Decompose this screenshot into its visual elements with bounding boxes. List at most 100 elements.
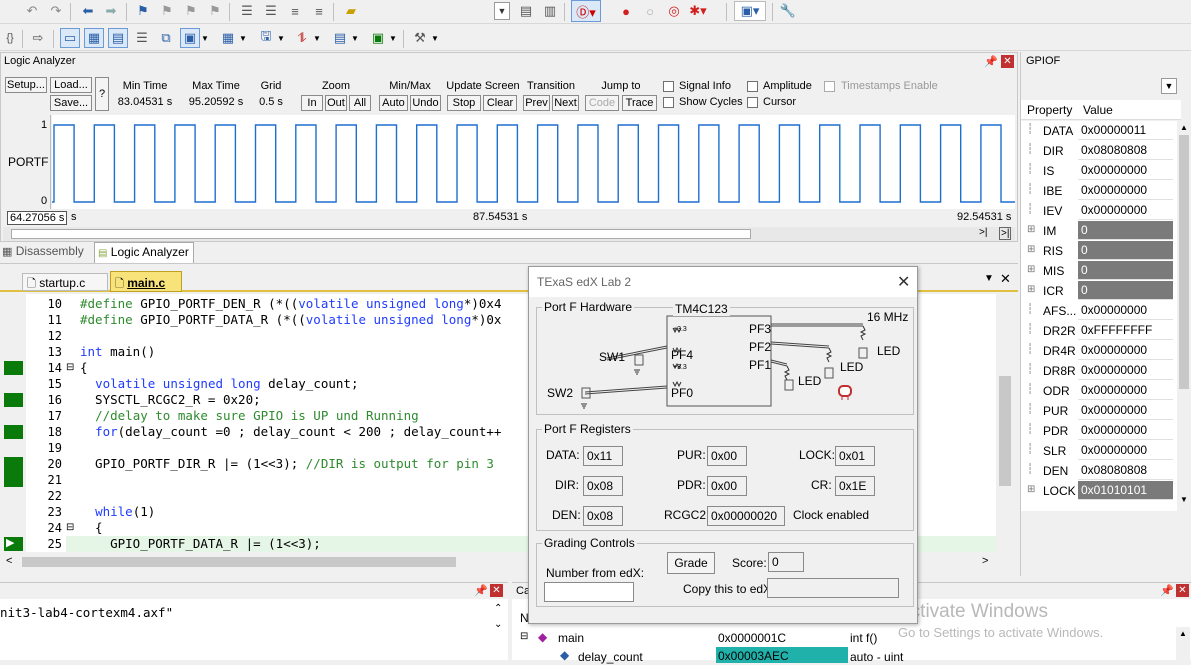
property-value[interactable]: 0x00000000	[1078, 201, 1173, 220]
call-stack-window-icon[interactable]: ⧉	[156, 28, 176, 48]
command-window-icon[interactable]: ▭	[60, 28, 80, 48]
property-row[interactable]: ┆ DR2R 0xFFFFFFFF	[1021, 321, 1173, 341]
callstack-scrollbar[interactable]: ▲	[1176, 627, 1190, 661]
table-row[interactable]: ◆ delay_count 0x00003AEC auto - uint	[512, 647, 1191, 665]
property-grid-scrollbar[interactable]: ▲ ▼	[1177, 121, 1191, 507]
debug-icon[interactable]: Ⓓ▾	[571, 0, 601, 22]
expand-icon[interactable]: ⊞	[1027, 244, 1035, 255]
setup-button[interactable]: Setup...	[5, 77, 47, 93]
property-row[interactable]: ┆ PUR 0x00000000	[1021, 401, 1173, 421]
dropdown-arrow-icon[interactable]: ▼	[200, 28, 210, 48]
dialog-close-icon[interactable]: ✕	[897, 272, 910, 292]
horizontal-scrollbar[interactable]: >| >|	[3, 227, 1015, 241]
property-row[interactable]: ┆ DR4R 0x00000000	[1021, 341, 1173, 361]
property-value[interactable]: 0x01010101	[1078, 481, 1173, 500]
dropdown-arrow-icon[interactable]: ▼	[430, 28, 440, 48]
uncomment-icon[interactable]: ≡	[309, 1, 329, 21]
pin-icon[interactable]: 📌	[984, 55, 998, 68]
property-value[interactable]: 0x08080808	[1078, 461, 1173, 480]
copy-to-edx-field[interactable]	[767, 578, 899, 598]
find-icon[interactable]: ▤	[516, 1, 536, 21]
property-row[interactable]: ⊞ RIS 0	[1021, 241, 1173, 261]
auto-button[interactable]: Auto	[379, 95, 408, 111]
property-row[interactable]: ┆ DIR 0x08080808	[1021, 141, 1173, 161]
dropdown-arrow-icon[interactable]: ▼	[388, 28, 398, 48]
bookmark-icon[interactable]: ⚑	[133, 1, 153, 21]
property-value[interactable]: 0	[1078, 281, 1173, 300]
scroll-end-icon[interactable]: >|	[999, 227, 1012, 240]
serial-window-icon[interactable]: 🖫	[256, 28, 276, 48]
property-row[interactable]: ┆ DATA 0x00000011	[1021, 121, 1173, 141]
property-value[interactable]: 0	[1078, 261, 1173, 280]
scrollbar-thumb[interactable]	[1179, 135, 1189, 389]
clear-button[interactable]: Clear	[483, 95, 517, 111]
property-value[interactable]: 0x00000000	[1078, 441, 1173, 460]
property-row[interactable]: ┆ AFS... 0x00000000	[1021, 301, 1173, 321]
find-in-files-icon[interactable]: ▥	[540, 1, 560, 21]
scroll-right-icon[interactable]: >	[982, 555, 988, 567]
dropdown-arrow-icon[interactable]: ▼	[350, 28, 360, 48]
registers-window-icon[interactable]: ☰	[132, 28, 152, 48]
redo-icon[interactable]: ↷	[46, 1, 66, 21]
expand-icon[interactable]: ⊞	[1027, 284, 1035, 295]
cursor-checkbox[interactable]	[747, 97, 758, 108]
nav-back-icon[interactable]: ⬅	[78, 1, 98, 21]
system-viewer-icon[interactable]: ▣	[368, 28, 388, 48]
timestamps-checkbox[interactable]	[824, 81, 835, 92]
indent-icon[interactable]: ☰	[237, 1, 257, 21]
scroll-up-icon[interactable]: ▲	[1180, 123, 1188, 132]
scrollbar-thumb[interactable]	[11, 229, 751, 239]
window-icon[interactable]: ▣▾	[734, 1, 766, 21]
property-row[interactable]: ┆ DR8R 0x00000000	[1021, 361, 1173, 381]
property-row[interactable]: ┆ PDR 0x00000000	[1021, 421, 1173, 441]
property-row[interactable]: ⊞ IM 0	[1021, 221, 1173, 241]
waveform-area[interactable]	[52, 115, 1015, 209]
expand-icon[interactable]: ⊞	[1027, 264, 1035, 275]
memory-window-icon[interactable]: ▦	[218, 28, 238, 48]
property-row[interactable]: ┆ SLR 0x00000000	[1021, 441, 1173, 461]
tab-list-dropdown-icon[interactable]: ▼	[984, 273, 994, 284]
scroll-left-icon[interactable]: <	[6, 555, 12, 567]
bookmark-next-icon[interactable]: ⚑	[181, 1, 201, 21]
scroll-up-icon[interactable]: ⌃	[494, 603, 502, 614]
property-value[interactable]: 0x00000000	[1078, 381, 1173, 400]
property-row[interactable]: ⊞ LOCK 0x01010101	[1021, 481, 1173, 501]
scroll-down-icon[interactable]: ⌄	[494, 619, 502, 630]
scroll-right-icon[interactable]: >|	[979, 227, 987, 238]
close-icon[interactable]: ✕	[490, 584, 503, 597]
breakpoint-icon[interactable]: ●	[616, 1, 636, 21]
scroll-down-icon[interactable]: ▼	[1180, 495, 1188, 504]
property-value[interactable]: 0x00000000	[1078, 181, 1173, 200]
zoom-out-button[interactable]: Out	[325, 95, 347, 111]
property-value[interactable]: 0x08080808	[1078, 141, 1173, 160]
disassembly-window-icon[interactable]: ▦	[84, 28, 104, 48]
dropdown-arrow-icon[interactable]: ▼	[238, 28, 248, 48]
next-button[interactable]: Next	[552, 95, 579, 111]
property-value[interactable]: 0x00000000	[1078, 401, 1173, 420]
symbols-window-icon[interactable]: ▤	[108, 28, 128, 48]
breakpoint-kill-icon[interactable]: ◎	[664, 1, 684, 21]
tab-main-c[interactable]: 🗋 main.c	[110, 271, 182, 292]
dropdown-arrow-icon[interactable]: ▼	[312, 28, 322, 48]
prev-button[interactable]: Prev	[523, 95, 550, 111]
property-value[interactable]: 0x00000000	[1078, 361, 1173, 380]
bookmark-prev-icon[interactable]: ⚑	[157, 1, 177, 21]
zoom-in-button[interactable]: In	[301, 95, 323, 111]
grade-button[interactable]: Grade	[667, 552, 715, 574]
close-tab-icon[interactable]: ✕	[1000, 271, 1011, 287]
property-value[interactable]: 0x00000000	[1078, 421, 1173, 440]
number-from-edx-input[interactable]	[544, 582, 634, 602]
property-row[interactable]: ┆ IBE 0x00000000	[1021, 181, 1173, 201]
property-row[interactable]: ┆ DEN 0x08080808	[1021, 461, 1173, 481]
expand-icon[interactable]: ⊞	[1027, 484, 1035, 495]
stop-button[interactable]: Stop	[447, 95, 481, 111]
scroll-up-icon[interactable]: ▲	[1179, 629, 1187, 638]
help-button[interactable]: ?	[95, 77, 109, 111]
property-row[interactable]: ┆ ODR 0x00000000	[1021, 381, 1173, 401]
property-value[interactable]: 0x00000000	[1078, 301, 1173, 320]
trace-window-icon[interactable]: ▤	[330, 28, 350, 48]
property-row[interactable]: ┆ IEV 0x00000000	[1021, 201, 1173, 221]
scrollbar-thumb[interactable]	[999, 376, 1011, 486]
nav-forward-icon[interactable]: ➡	[101, 1, 121, 21]
tab-logic-analyzer[interactable]: ▤ Logic Analyzer	[94, 242, 194, 263]
